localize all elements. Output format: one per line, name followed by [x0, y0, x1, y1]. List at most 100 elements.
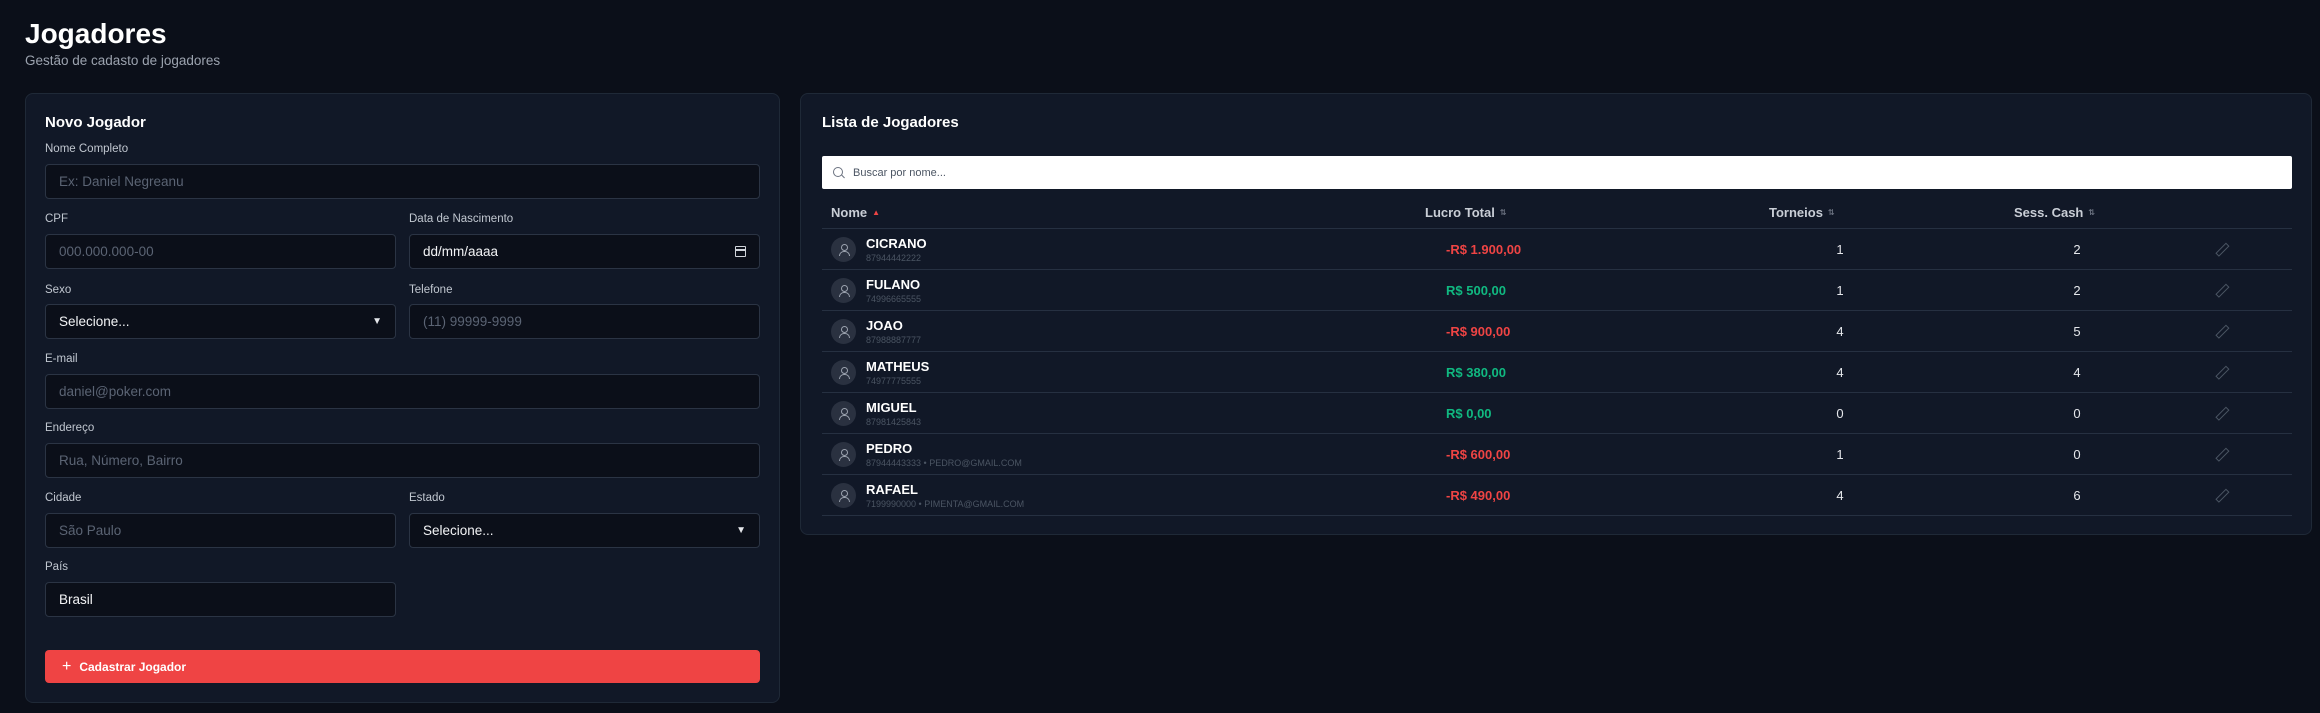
sort-icon: ⇅ — [1827, 207, 1835, 217]
search-input[interactable]: Buscar por nome... — [822, 156, 2292, 189]
sort-icon: ⇅ — [1499, 207, 1507, 217]
avatar — [831, 360, 856, 385]
player-cash-sessions: 6 — [2073, 488, 2081, 503]
player-name: CICRANO — [866, 236, 927, 251]
player-name: FULANO — [866, 277, 921, 292]
nascimento-label: Data de Nascimento — [409, 213, 514, 225]
table-row[interactable]: JOAO 87988887777 -R$ 900,00 4 5 — [822, 311, 2292, 352]
sexo-select[interactable]: Selecione... ▼ — [45, 304, 396, 339]
player-cash-sessions: 0 — [2073, 406, 2081, 421]
table-row[interactable]: FULANO 74996665555 R$ 500,00 1 2 — [822, 270, 2292, 311]
pais-input[interactable] — [45, 582, 396, 617]
nome-input[interactable] — [45, 164, 760, 199]
table-row[interactable]: MIGUEL 87981425843 R$ 0,00 0 0 — [822, 393, 2292, 434]
player-name: RAFAEL — [866, 482, 918, 497]
email-input[interactable] — [45, 374, 760, 409]
nome-label: Nome Completo — [45, 143, 129, 155]
player-name: MATHEUS — [866, 359, 930, 374]
cpf-label: CPF — [45, 213, 68, 225]
user-icon — [838, 367, 850, 379]
player-contact: 87944442222 — [866, 253, 922, 263]
player-torneios: 4 — [1836, 365, 1844, 380]
table-row[interactable]: PEDRO 87944443333 • PEDRO@GMAIL.COM -R$ 60… — [822, 434, 2292, 475]
cpf-input[interactable] — [45, 234, 396, 269]
estado-label: Estado — [409, 492, 445, 504]
player-contact: 74996665555 — [866, 294, 922, 304]
avatar — [831, 319, 856, 344]
endereco-input[interactable] — [45, 443, 760, 478]
avatar — [831, 278, 856, 303]
edit-icon[interactable] — [2215, 489, 2227, 501]
player-cash-sessions: 2 — [2073, 242, 2081, 257]
new-player-form-card: Novo Jogador Nome Completo CPF Data de N… — [25, 93, 780, 703]
player-list-card: Lista de Jogadores Buscar por nome... No… — [800, 93, 2312, 535]
player-torneios: 1 — [1836, 242, 1844, 257]
player-cash-sessions: 0 — [2073, 447, 2081, 462]
endereco-label: Endereço — [45, 422, 95, 434]
page-subtitle: Gestão de cadasto de jogadores — [25, 53, 221, 68]
player-name: PEDRO — [866, 441, 913, 456]
player-cash-sessions: 4 — [2073, 365, 2081, 380]
estado-select[interactable]: Selecione... ▼ — [409, 513, 760, 548]
column-label-nome: Nome — [831, 205, 868, 220]
column-header-cash[interactable]: Sess. Cash ⇅ — [2014, 205, 2095, 220]
user-icon — [838, 326, 850, 338]
avatar — [831, 442, 856, 467]
column-header-lucro[interactable]: Lucro Total ⇅ — [1425, 205, 1507, 220]
column-label-torneios: Torneios — [1769, 205, 1823, 220]
player-profit: -R$ 600,00 — [1446, 447, 1511, 462]
table-row[interactable]: MATHEUS 74977775555 R$ 380,00 4 4 — [822, 352, 2292, 393]
chevron-down-icon: ▼ — [372, 316, 382, 327]
cidade-label: Cidade — [45, 492, 82, 504]
email-label: E-mail — [45, 353, 78, 365]
player-name: MIGUEL — [866, 400, 917, 415]
chevron-down-icon: ▼ — [736, 525, 746, 536]
cidade-input[interactable] — [45, 513, 396, 548]
telefone-input[interactable] — [409, 304, 760, 339]
list-title: Lista de Jogadores — [822, 114, 959, 131]
form-title: Novo Jogador — [45, 114, 146, 131]
plus-icon: + — [62, 657, 72, 675]
player-torneios: 4 — [1836, 488, 1844, 503]
sexo-value: Selecione... — [59, 314, 130, 329]
avatar — [831, 237, 856, 262]
avatar — [831, 483, 856, 508]
user-icon — [838, 408, 850, 420]
user-icon — [838, 285, 850, 297]
edit-icon[interactable] — [2215, 407, 2227, 419]
column-header-nome[interactable]: Nome ▲ — [831, 205, 880, 220]
page-title: Jogadores — [25, 18, 167, 49]
calendar-icon[interactable] — [735, 246, 746, 257]
column-label-lucro: Lucro Total — [1425, 205, 1495, 220]
search-icon — [833, 166, 845, 179]
column-header-torneios[interactable]: Torneios ⇅ — [1769, 205, 1835, 220]
nascimento-date-input[interactable]: dd/mm/aaaa — [409, 234, 760, 269]
column-label-cash: Sess. Cash — [2014, 205, 2084, 220]
edit-icon[interactable] — [2215, 284, 2227, 296]
edit-icon[interactable] — [2215, 243, 2227, 255]
player-profit: R$ 0,00 — [1446, 406, 1492, 421]
cadastrar-jogador-button[interactable]: + Cadastrar Jogador — [45, 650, 760, 683]
nascimento-value: dd/mm/aaaa — [423, 244, 499, 259]
player-contact: 87988887777 — [866, 335, 922, 345]
player-name: JOAO — [866, 318, 903, 333]
sexo-label: Sexo — [45, 284, 72, 296]
edit-icon[interactable] — [2215, 325, 2227, 337]
player-profit: R$ 380,00 — [1446, 365, 1506, 380]
user-icon — [838, 244, 850, 256]
submit-label: Cadastrar Jogador — [79, 659, 187, 674]
search-placeholder: Buscar por nome... — [853, 166, 946, 179]
edit-icon[interactable] — [2215, 448, 2227, 460]
table-row[interactable]: RAFAEL 7199990000 • PIMENTA@GMAIL.COM -R$ … — [822, 475, 2292, 516]
user-icon — [838, 490, 850, 502]
player-torneios: 1 — [1836, 447, 1844, 462]
avatar — [831, 401, 856, 426]
estado-value: Selecione... — [423, 523, 494, 538]
player-torneios: 4 — [1836, 324, 1844, 339]
edit-icon[interactable] — [2215, 366, 2227, 378]
player-contact: 87944443333 • PEDRO@GMAIL.COM — [866, 458, 1022, 468]
sort-icon: ⇅ — [2088, 207, 2096, 217]
player-contact: 74977775555 — [866, 376, 922, 386]
player-profit: -R$ 490,00 — [1446, 488, 1511, 503]
table-row[interactable]: CICRANO 87944442222 -R$ 1.900,00 1 2 — [822, 229, 2292, 270]
